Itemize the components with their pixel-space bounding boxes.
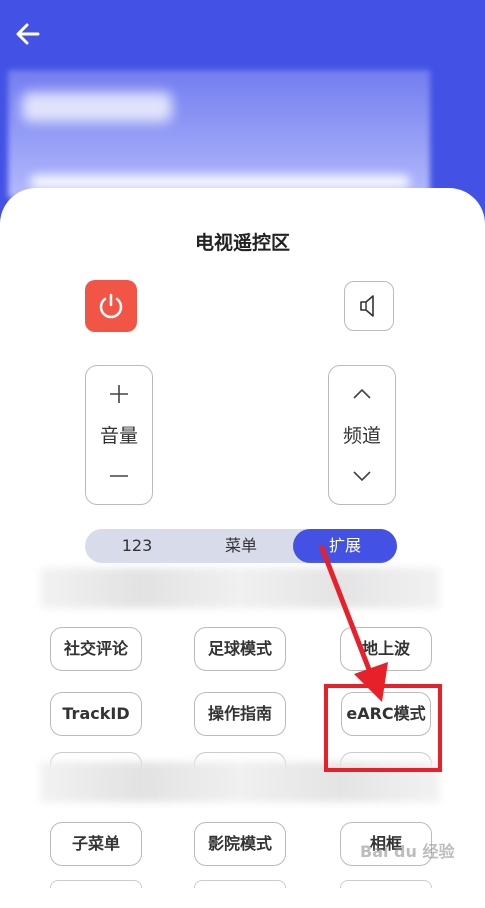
- partial-button[interactable]: [194, 880, 286, 888]
- blurred-device-detail: [30, 175, 410, 189]
- trackid-button[interactable]: TrackID: [50, 692, 142, 736]
- football-mode-button[interactable]: 足球模式: [194, 627, 286, 671]
- cinema-mode-button[interactable]: 影院模式: [194, 822, 286, 866]
- chevron-down-icon: [353, 471, 371, 482]
- volume-up-button[interactable]: [86, 374, 152, 414]
- social-review-button[interactable]: 社交评论: [50, 627, 142, 671]
- arrow-left-icon: [16, 23, 40, 45]
- volume-label: 音量: [99, 425, 138, 447]
- power-icon: [99, 293, 123, 319]
- plus-icon: [110, 385, 128, 403]
- volume-down-button[interactable]: [86, 456, 152, 496]
- volume-rocker: 音量: [85, 365, 153, 505]
- back-button[interactable]: [12, 18, 44, 50]
- tab-123[interactable]: 123: [85, 529, 189, 563]
- minus-icon: [110, 475, 128, 477]
- chevron-up-icon: [353, 388, 371, 399]
- tab-menu[interactable]: 菜单: [189, 529, 293, 563]
- mute-button[interactable]: [344, 281, 394, 331]
- speaker-mute-icon: [360, 295, 374, 317]
- partial-button[interactable]: [50, 880, 142, 888]
- annotation-arrow-icon: [319, 545, 388, 702]
- channel-down-button[interactable]: [329, 456, 395, 496]
- blurred-device-name: [22, 92, 172, 122]
- channel-up-button[interactable]: [329, 374, 395, 414]
- remote-title: 电视遥控区: [194, 232, 290, 254]
- partial-button[interactable]: [340, 880, 432, 888]
- channel-label: 频道: [342, 425, 381, 447]
- guide-button[interactable]: 操作指南: [194, 692, 286, 736]
- watermark: Bai du 经验: [360, 842, 455, 861]
- submenu-button[interactable]: 子菜单: [50, 822, 142, 866]
- channel-rocker: 频道: [328, 365, 396, 505]
- power-button[interactable]: [85, 280, 137, 332]
